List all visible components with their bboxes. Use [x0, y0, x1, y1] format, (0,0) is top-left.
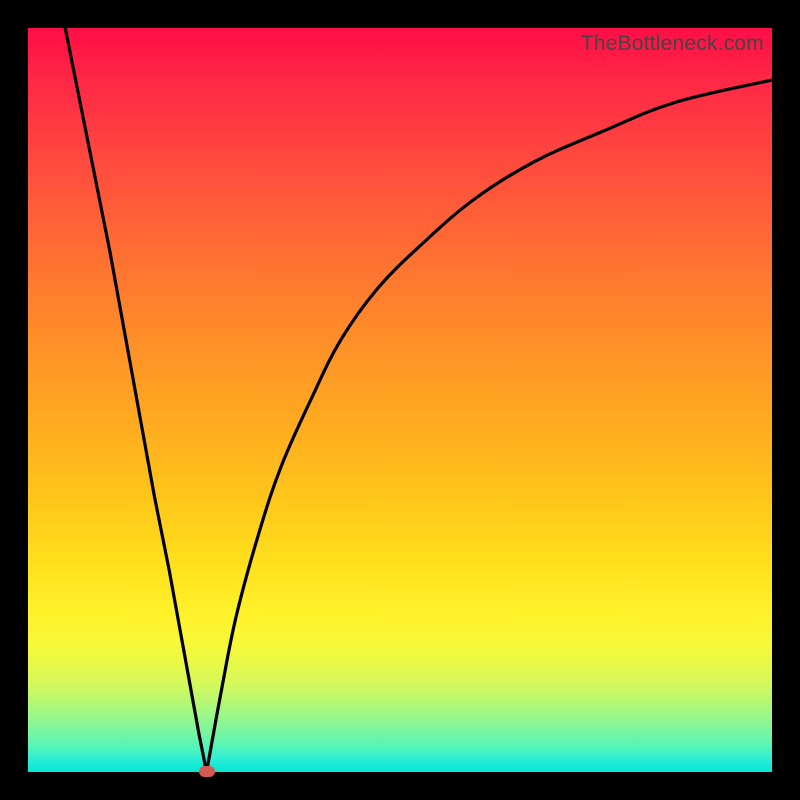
curve-path	[65, 28, 772, 772]
bottleneck-curve	[28, 28, 772, 772]
plot-area: TheBottleneck.com	[28, 28, 772, 772]
optimum-marker	[199, 766, 215, 777]
chart-frame: TheBottleneck.com	[0, 0, 800, 800]
